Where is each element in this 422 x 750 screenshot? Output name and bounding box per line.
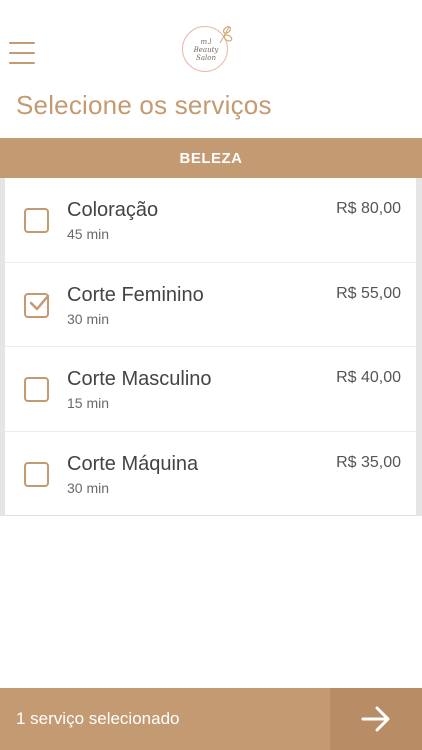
service-item-coloracao[interactable]: Coloração 45 min R$ 80,00 xyxy=(5,178,416,263)
service-duration: 30 min xyxy=(67,479,110,496)
service-checkbox[interactable] xyxy=(24,292,50,318)
service-price: R$ 80,00 xyxy=(336,200,401,217)
service-name: Corte Masculino xyxy=(67,368,212,390)
service-checkbox[interactable] xyxy=(24,377,49,402)
service-item-corte-feminino[interactable]: Corte Feminino 30 min R$ 55,00 xyxy=(5,263,416,347)
service-price: R$ 55,00 xyxy=(336,284,401,302)
category-header: BELEZA xyxy=(0,138,422,178)
service-price: R$ 40,00 xyxy=(336,369,401,386)
service-checkbox[interactable] xyxy=(24,208,49,233)
app-root: m.l Beauty Salon Selecione os serviços B… xyxy=(0,0,422,750)
service-list: Coloração 45 min R$ 80,00 Corte Feminino… xyxy=(0,178,422,516)
service-item-corte-maquina[interactable]: Corte Máquina 30 min R$ 35,00 xyxy=(5,432,416,516)
service-checkbox[interactable] xyxy=(24,461,49,487)
page-title: Selecione os serviços xyxy=(16,90,272,120)
next-button[interactable] xyxy=(330,688,422,750)
service-name: Corte Máquina xyxy=(67,452,199,475)
service-duration: 15 min xyxy=(67,395,110,411)
app-header: m.l Beauty Salon xyxy=(0,0,422,86)
leaves-icon xyxy=(219,26,233,44)
salon-logo: m.l Beauty Salon xyxy=(182,24,233,74)
service-name: Corte Feminino xyxy=(67,283,204,306)
service-price: R$ 35,00 xyxy=(336,453,401,471)
service-name: Coloração xyxy=(67,199,159,221)
service-duration: 30 min xyxy=(67,310,110,327)
hamburger-menu-icon[interactable] xyxy=(9,42,35,64)
service-duration: 45 min xyxy=(67,226,110,242)
selection-footer: 1 serviço selecionado xyxy=(0,688,422,750)
checkmark-icon xyxy=(29,294,50,310)
service-item-corte-masculino[interactable]: Corte Masculino 15 min R$ 40,00 xyxy=(5,347,416,432)
selection-status: 1 serviço selecionado xyxy=(16,709,180,728)
arrow-right-icon xyxy=(361,706,390,732)
